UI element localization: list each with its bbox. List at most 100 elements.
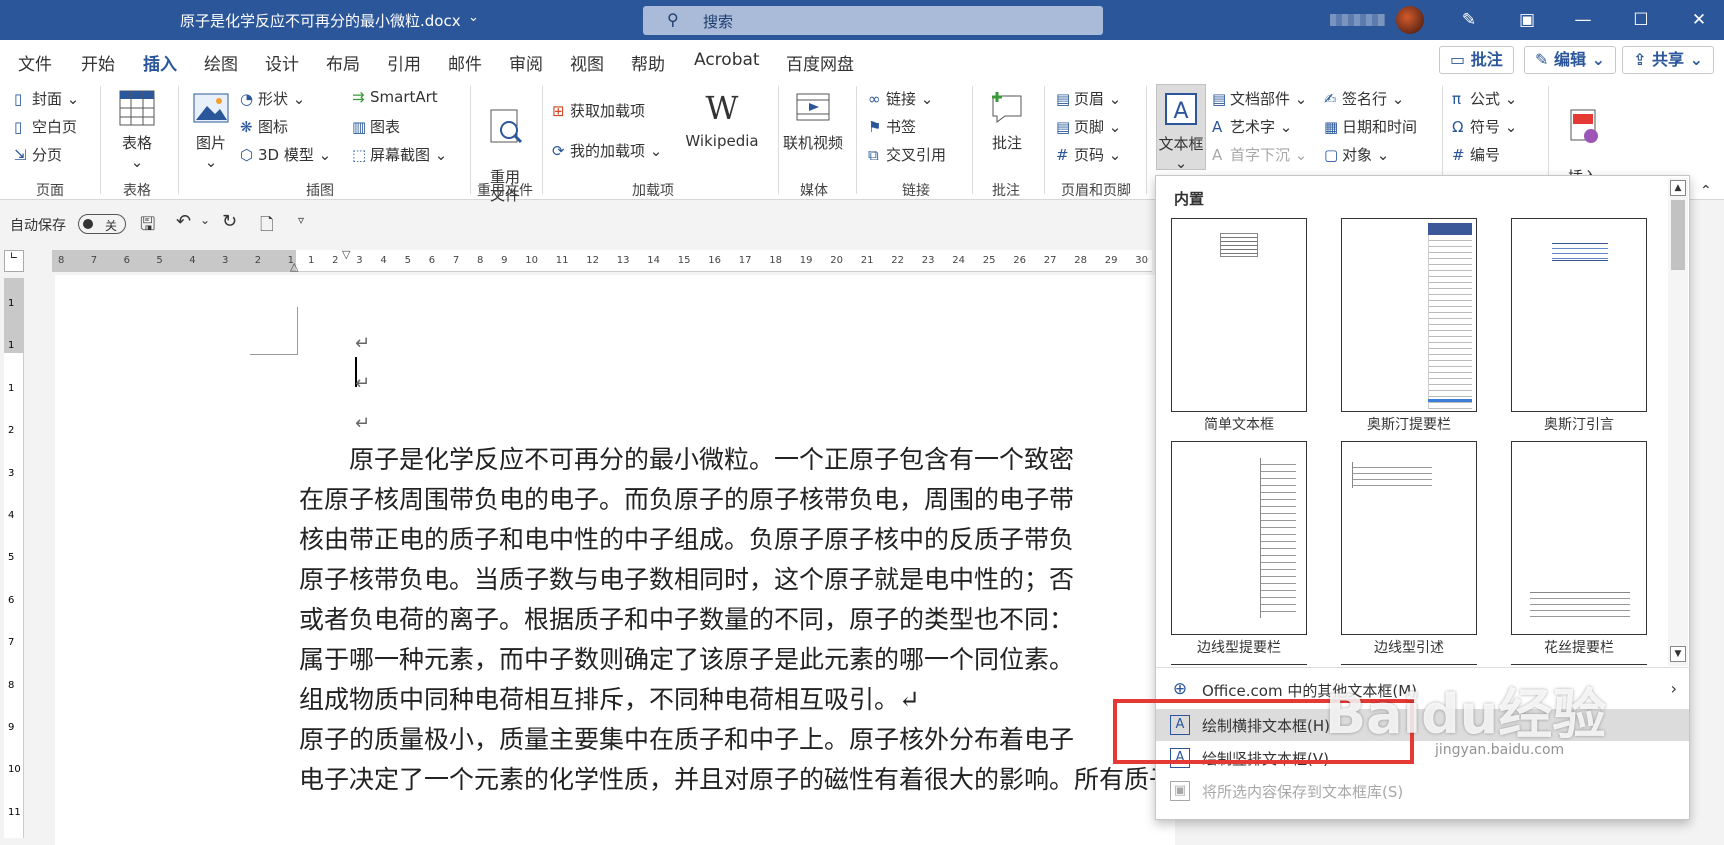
indent-marker-icon[interactable]: △ xyxy=(290,260,298,273)
vertical-ruler[interactable]: 1 1 1 2 3 4 5 6 7 8 9 10 11 xyxy=(4,278,24,838)
equation-button[interactable]: π 公式 ⌄ xyxy=(1452,88,1517,109)
comments-button[interactable]: ▭ 批注 xyxy=(1439,46,1514,74)
quick-parts-button[interactable]: ▤ 文档部件 ⌄ xyxy=(1212,88,1307,109)
pen-icon[interactable]: ✎ xyxy=(1454,6,1484,34)
tab-mailings[interactable]: 邮件 xyxy=(448,50,482,75)
3d-models-button[interactable]: ⬡ 3D 模型 ⌄ xyxy=(240,144,331,165)
scrollbar-thumb[interactable] xyxy=(1671,200,1685,270)
tab-selector[interactable]: ∟ xyxy=(4,250,24,272)
tab-review[interactable]: 审阅 xyxy=(509,50,543,75)
online-video-button[interactable]: 联机视频 xyxy=(780,88,846,153)
wordart-icon: A xyxy=(1212,118,1223,136)
paragraph-mark: ↵ xyxy=(355,413,371,434)
gallery-item-austin-sidebar[interactable]: 奥斯汀提要栏 xyxy=(1341,218,1477,434)
horizontal-ruler[interactable]: 87654321 1 2 3 4 5 6 7 8 9 10 11 12 13 14 15 16 17 18 19 20… xyxy=(52,248,1152,273)
gallery-item-sideline-quote[interactable]: 边线型引述 xyxy=(1341,441,1477,657)
symbol-button[interactable]: Ω 符号 ⌄ xyxy=(1452,116,1517,137)
date-time-button[interactable]: ▦ 日期和时间 xyxy=(1324,116,1417,137)
gallery-item-sideline-sidebar[interactable]: 边线型提要栏 xyxy=(1171,441,1307,657)
drop-cap-button[interactable]: A 首字下沉 ⌄ xyxy=(1212,144,1307,165)
gallery-scrollbar[interactable]: ▲ ▼ xyxy=(1668,178,1688,666)
get-addins-button[interactable]: ⊞ 获取加载项 xyxy=(552,100,645,121)
shapes-button[interactable]: ◔ 形状 ⌄ xyxy=(240,88,305,109)
save-icon[interactable]: 🖫 xyxy=(140,212,155,242)
undo-icon[interactable]: ↶ xyxy=(176,211,191,232)
wikipedia-label: Wikipedia xyxy=(685,132,759,150)
object-button[interactable]: ▢ 对象 ⌄ xyxy=(1324,144,1389,165)
redo-icon[interactable]: ↻ xyxy=(222,211,237,232)
blank-page-label: 空白页 xyxy=(32,118,78,136)
maximize-icon[interactable]: ☐ xyxy=(1626,6,1656,34)
ruler-tick-label: 3 xyxy=(221,255,229,266)
table-button[interactable]: 表格 ⌄ xyxy=(112,88,162,171)
document-page[interactable]: ↵ ↵ ↵ 原子是化学反应不可再分的最小微粒。一个正原子包含有一个致密 在原子核… xyxy=(55,275,1299,845)
document-title[interactable]: 原子是化学反应不可再分的最小微粒.docx xyxy=(180,10,461,31)
screenshot-button[interactable]: ⬚ 屏幕截图 ⌄ xyxy=(352,144,447,165)
edit-button[interactable]: ✎ 编辑 ⌄ xyxy=(1524,46,1616,74)
tab-file[interactable]: 文件 xyxy=(18,50,52,75)
chevron-down-icon: ⌄ xyxy=(1684,50,1703,69)
tab-home[interactable]: 开始 xyxy=(81,50,115,75)
gallery-item-simple-text-box[interactable]: 简单文本框 xyxy=(1171,218,1307,434)
undo-dropdown-icon[interactable]: ⌄ xyxy=(200,213,210,227)
pictures-button[interactable]: 图片 ⌄ xyxy=(188,88,234,171)
gallery-item-filigree-sidebar[interactable]: 花丝提要栏 xyxy=(1511,441,1647,657)
page-break-label: 分页 xyxy=(32,146,63,164)
save-icon: ▣ xyxy=(1170,781,1190,801)
scroll-down-icon[interactable]: ▼ xyxy=(1670,646,1686,662)
search-input[interactable]: ⚲ 搜索 xyxy=(643,6,1103,35)
wikipedia-button[interactable]: W Wikipedia xyxy=(682,88,762,150)
cover-page-button[interactable]: ▯ 封面 ⌄ xyxy=(14,88,79,109)
customize-qat-icon[interactable]: ▿ xyxy=(298,213,304,227)
tab-draw[interactable]: 绘图 xyxy=(204,50,238,75)
my-addins-button[interactable]: ⟳ 我的加载项 ⌄ xyxy=(552,140,662,161)
bookmark-button[interactable]: ⚑ 书签 xyxy=(868,116,916,137)
tab-design[interactable]: 设计 xyxy=(265,50,299,75)
new-comment-button[interactable]: 批注 xyxy=(984,88,1030,153)
tab-baidu-netdisk[interactable]: 百度网盘 xyxy=(786,50,854,75)
tab-layout[interactable]: 布局 xyxy=(326,50,360,75)
tab-insert[interactable]: 插入 xyxy=(143,50,177,83)
icons-button[interactable]: ❋ 图标 xyxy=(240,116,288,137)
tab-help[interactable]: 帮助 xyxy=(631,50,665,75)
wordart-button[interactable]: A 艺术字 ⌄ xyxy=(1212,116,1292,137)
page-break-button[interactable]: ⇲ 分页 xyxy=(14,144,62,165)
ribbon-display-icon[interactable]: ▣ xyxy=(1512,6,1542,34)
smartart-button[interactable]: ⇉ SmartArt xyxy=(352,88,438,106)
minimize-icon[interactable]: — xyxy=(1568,6,1598,34)
text-box-button[interactable]: A 文本框 ⌄ xyxy=(1156,84,1206,172)
link-button[interactable]: ∞ 链接 ⌄ xyxy=(868,88,933,109)
smartart-icon: ⇉ xyxy=(352,88,365,106)
save-selection-to-gallery-menu-item[interactable]: ▣ 将所选内容保存到文本框库(S) xyxy=(1156,775,1689,807)
autosave-toggle[interactable]: 关 xyxy=(78,214,126,234)
header-button[interactable]: ▤ 页眉 ⌄ xyxy=(1056,88,1121,109)
footer-button[interactable]: ▤ 页脚 ⌄ xyxy=(1056,116,1121,137)
thumb-preview xyxy=(1352,462,1432,488)
pi-icon: π xyxy=(1452,90,1462,108)
get-addins-label: 获取加载项 xyxy=(570,102,646,120)
ruler-tick-label: 29 xyxy=(1104,255,1118,266)
gallery-header: 内置 xyxy=(1174,190,1205,208)
gallery-thumbnail xyxy=(1171,218,1307,412)
close-icon[interactable]: ✕ xyxy=(1684,6,1714,34)
signature-line-button[interactable]: ✍ 签名行 ⌄ xyxy=(1324,88,1404,109)
cross-reference-button[interactable]: ⧉ 交叉引用 xyxy=(868,144,946,165)
title-chevron-icon[interactable]: ⌄ xyxy=(468,10,479,25)
first-line-indent-icon[interactable]: ▽ xyxy=(342,248,350,261)
tab-view[interactable]: 视图 xyxy=(570,50,604,75)
numbering-button[interactable]: # 编号 xyxy=(1452,144,1500,165)
collapse-ribbon-icon[interactable]: ⌃ xyxy=(1700,183,1712,199)
scroll-up-icon[interactable]: ▲ xyxy=(1670,180,1686,196)
new-document-icon[interactable]: 🗋 xyxy=(260,212,274,241)
new-comment-label: 批注 xyxy=(991,134,1022,152)
ruler-right-ticks: 1 2 3 4 5 6 7 8 9 10 11 12 13 14 15 16 17 18 19 20 21 22 23 24 2… xyxy=(308,255,1148,266)
tab-acrobat[interactable]: Acrobat xyxy=(694,50,760,70)
chart-button[interactable]: ▥ 图表 xyxy=(352,116,400,137)
page-number-button[interactable]: # 页码 ⌄ xyxy=(1056,144,1121,165)
blank-page-button[interactable]: ▯ 空白页 xyxy=(14,116,77,137)
gallery-item-austin-quote[interactable]: 奥斯汀引言 xyxy=(1511,218,1647,434)
share-icon: ⇪ xyxy=(1633,50,1652,69)
avatar[interactable] xyxy=(1396,6,1424,34)
share-button[interactable]: ⇪ 共享 ⌄ xyxy=(1622,46,1714,74)
tab-references[interactable]: 引用 xyxy=(387,50,421,75)
